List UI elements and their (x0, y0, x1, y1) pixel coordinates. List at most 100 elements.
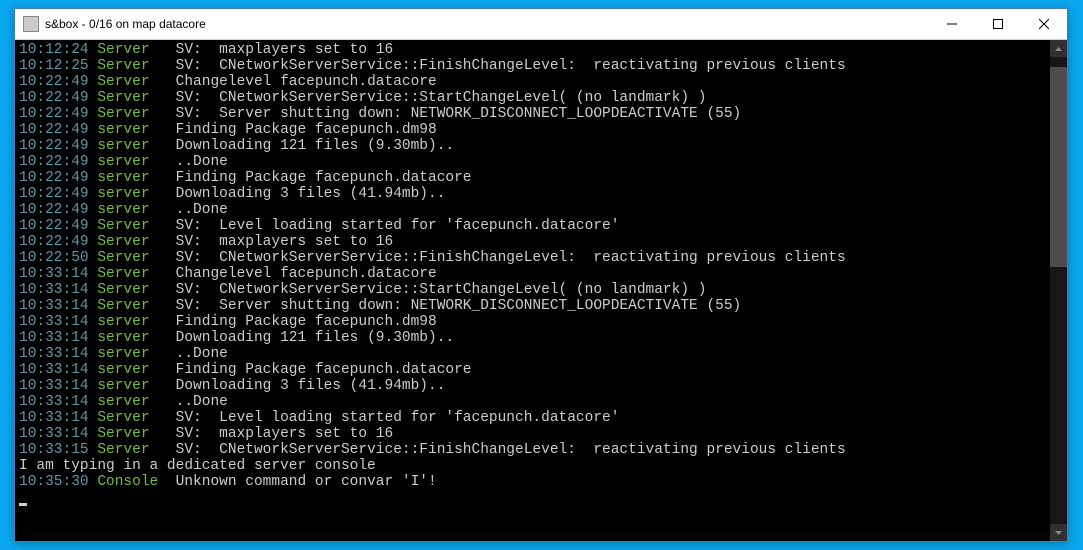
console-message: SV: Level loading started for 'facepunch… (176, 218, 620, 234)
console-line: 10:22:49 server Downloading 3 files (41.… (19, 186, 1046, 202)
scroll-up-button[interactable] (1050, 40, 1067, 57)
console-line: 10:33:14 Server SV: CNetworkServerServic… (19, 282, 1046, 298)
minimize-button[interactable] (929, 9, 975, 39)
console-message: SV: Server shutting down: NETWORK_DISCON… (176, 298, 742, 314)
console-line: 10:22:49 server Finding Package facepunc… (19, 170, 1046, 186)
console-timestamp: 10:12:25 (19, 58, 89, 74)
console-line: 10:33:14 server Downloading 3 files (41.… (19, 378, 1046, 394)
console-timestamp: 10:33:14 (19, 314, 89, 330)
console-source: Server (97, 426, 167, 442)
console-source: server (97, 122, 167, 138)
console-line: 10:33:14 Server SV: Level loading starte… (19, 410, 1046, 426)
console-timestamp: 10:22:49 (19, 218, 89, 234)
console-message: SV: CNetworkServerService::StartChangeLe… (176, 90, 707, 106)
console-line: 10:33:14 server Finding Package facepunc… (19, 314, 1046, 330)
console-source: server (97, 362, 167, 378)
console-source: server (97, 346, 167, 362)
console-message: SV: maxplayers set to 16 (176, 42, 394, 58)
console-timestamp: 10:22:49 (19, 202, 89, 218)
console-source: Server (97, 218, 167, 234)
console-timestamp: 10:22:49 (19, 170, 89, 186)
console-timestamp: 10:22:49 (19, 186, 89, 202)
console-line: 10:33:14 Server Changelevel facepunch.da… (19, 266, 1046, 282)
console-message: ..Done (176, 346, 228, 362)
console-line: 10:22:49 Server SV: maxplayers set to 16 (19, 234, 1046, 250)
console-message: ..Done (176, 202, 228, 218)
console-input-line[interactable] (19, 490, 1046, 506)
console-line: I am typing in a dedicated server consol… (19, 458, 1046, 474)
console-line: 10:22:49 server ..Done (19, 202, 1046, 218)
console-message: Changelevel facepunch.datacore (176, 266, 437, 282)
console-source: server (97, 154, 167, 170)
vertical-scrollbar[interactable] (1050, 40, 1067, 541)
console-source: Server (97, 74, 167, 90)
console-message: Finding Package facepunch.datacore (176, 362, 472, 378)
console-source: server (97, 138, 167, 154)
console-timestamp: 10:33:14 (19, 346, 89, 362)
console-source: Server (97, 106, 167, 122)
console-line: 10:22:49 server ..Done (19, 154, 1046, 170)
console-source: Server (97, 442, 167, 458)
console-timestamp: 10:33:14 (19, 362, 89, 378)
console-timestamp: 10:33:14 (19, 394, 89, 410)
console-timestamp: 10:22:49 (19, 122, 89, 138)
console-message: SV: maxplayers set to 16 (176, 234, 394, 250)
console-source: Server (97, 282, 167, 298)
console-line: 10:33:14 Server SV: Server shutting down… (19, 298, 1046, 314)
console-message: SV: maxplayers set to 16 (176, 426, 394, 442)
console-message: Changelevel facepunch.datacore (176, 74, 437, 90)
console-source: Server (97, 58, 167, 74)
console-source: Server (97, 42, 167, 58)
console-output[interactable]: 10:12:24 Server SV: maxplayers set to 16… (15, 40, 1050, 541)
window-title: s&box - 0/16 on map datacore (45, 17, 929, 31)
console-line: 10:35:30 Console Unknown command or conv… (19, 474, 1046, 490)
console-timestamp: 10:33:14 (19, 298, 89, 314)
console-source: Server (97, 90, 167, 106)
console-source: server (97, 314, 167, 330)
console-message: SV: CNetworkServerService::FinishChangeL… (176, 58, 846, 74)
console-timestamp: 10:33:14 (19, 410, 89, 426)
console-area: 10:12:24 Server SV: maxplayers set to 16… (15, 40, 1067, 541)
console-message: ..Done (176, 394, 228, 410)
console-source: Server (97, 410, 167, 426)
console-message: Finding Package facepunch.dm98 (176, 122, 437, 138)
console-timestamp: 10:22:49 (19, 138, 89, 154)
scroll-thumb[interactable] (1050, 67, 1067, 267)
console-source: server (97, 170, 167, 186)
scroll-track[interactable] (1050, 57, 1067, 524)
console-source: server (97, 394, 167, 410)
console-source: server (97, 330, 167, 346)
scroll-down-button[interactable] (1050, 524, 1067, 541)
console-source: server (97, 186, 167, 202)
console-line: 10:22:49 Server Changelevel facepunch.da… (19, 74, 1046, 90)
console-message: Downloading 3 files (41.94mb).. (176, 186, 446, 202)
console-timestamp: 10:22:49 (19, 234, 89, 250)
titlebar[interactable]: s&box - 0/16 on map datacore (15, 9, 1067, 40)
window-controls (929, 9, 1067, 39)
console-timestamp: 10:33:14 (19, 426, 89, 442)
console-source: Server (97, 234, 167, 250)
console-message: Downloading 121 files (9.30mb).. (176, 138, 454, 154)
console-line: 10:22:49 Server SV: Server shutting down… (19, 106, 1046, 122)
console-timestamp: 10:33:14 (19, 282, 89, 298)
console-timestamp: 10:22:49 (19, 106, 89, 122)
close-button[interactable] (1021, 9, 1067, 39)
console-timestamp: 10:33:14 (19, 378, 89, 394)
console-line: 10:33:14 server ..Done (19, 346, 1046, 362)
maximize-button[interactable] (975, 9, 1021, 39)
console-message: Downloading 3 files (41.94mb).. (176, 378, 446, 394)
console-message: ..Done (176, 154, 228, 170)
console-message: SV: CNetworkServerService::FinishChangeL… (176, 442, 846, 458)
console-timestamp: 10:22:49 (19, 90, 89, 106)
console-source: server (97, 378, 167, 394)
console-line: 10:22:49 Server SV: Level loading starte… (19, 218, 1046, 234)
console-line: 10:12:24 Server SV: maxplayers set to 16 (19, 42, 1046, 58)
console-message: Finding Package facepunch.dm98 (176, 314, 437, 330)
console-line: 10:22:49 server Finding Package facepunc… (19, 122, 1046, 138)
console-message: Downloading 121 files (9.30mb).. (176, 330, 454, 346)
console-line: 10:22:50 Server SV: CNetworkServerServic… (19, 250, 1046, 266)
console-line: 10:12:25 Server SV: CNetworkServerServic… (19, 58, 1046, 74)
console-line: 10:33:15 Server SV: CNetworkServerServic… (19, 442, 1046, 458)
app-icon (23, 16, 39, 32)
app-window: s&box - 0/16 on map datacore 10:12:24 Se… (14, 8, 1068, 542)
